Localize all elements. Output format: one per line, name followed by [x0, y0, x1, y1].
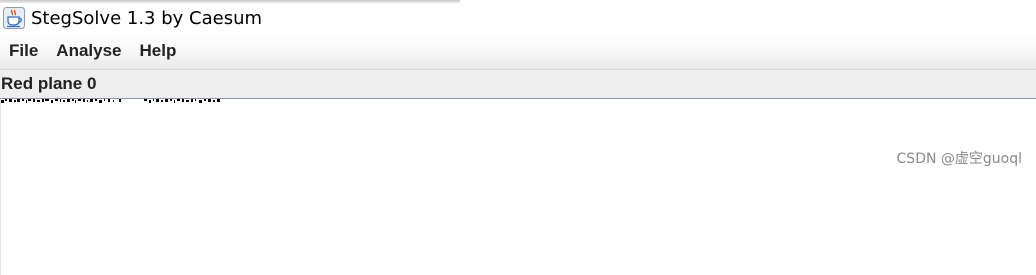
pixel-segment — [149, 100, 151, 103]
plane-title: Red plane 0 — [1, 74, 97, 93]
pixel-segment — [95, 99, 97, 101]
csdn-watermark: CSDN @虚空guoql — [896, 151, 1022, 167]
pixel-segment — [113, 100, 114, 102]
pixel-segment — [191, 99, 193, 102]
pixel-segment — [213, 100, 215, 102]
pixel-segment — [199, 100, 202, 103]
pixel-segment — [60, 99, 61, 102]
panel-header: Red plane 0 — [0, 70, 1036, 99]
menu-analyse[interactable]: Analyse — [47, 41, 130, 61]
pixel-segment — [182, 99, 184, 102]
pixel-segment — [17, 99, 20, 102]
pixel-segment — [156, 99, 159, 102]
menu-file[interactable]: File — [0, 41, 47, 61]
pixel-segment — [72, 99, 74, 101]
pixel-segment — [153, 99, 154, 101]
pixel-segment — [63, 100, 65, 102]
pixel-segment — [28, 99, 31, 101]
pixel-segment — [108, 99, 110, 102]
pixel-segment — [104, 99, 105, 101]
title-bar[interactable]: StegSolve 1.3 by Caesum — [0, 3, 1036, 33]
pixel-segment — [75, 100, 76, 103]
pixel-segment — [165, 99, 168, 102]
pixel-segment — [51, 100, 53, 103]
pixel-segment — [9, 99, 12, 102]
pixel-segment — [119, 99, 121, 102]
pixel-segment — [195, 99, 196, 101]
pixel-segment — [37, 100, 40, 102]
pixel-segment — [45, 99, 49, 101]
pixel-segment — [33, 99, 35, 102]
pixel-segment — [186, 100, 189, 102]
pixel-segment — [90, 99, 93, 102]
pixel-segment — [174, 100, 175, 103]
bit-plane-pixel-strip — [1, 99, 220, 103]
pixel-segment — [5, 99, 7, 101]
pixel-segment — [170, 99, 172, 101]
menu-help[interactable]: Help — [131, 41, 186, 61]
pixel-segment — [42, 99, 44, 102]
pixel-segment — [87, 100, 88, 102]
pixel-segment — [55, 99, 58, 101]
pixel-segment — [67, 99, 70, 102]
pixel-segment — [177, 99, 180, 101]
java-coffee-cup-icon — [3, 7, 25, 29]
pixel-segment — [1, 100, 4, 103]
pixel-segment — [161, 100, 163, 102]
menu-bar: File Analyse Help — [0, 33, 1036, 70]
pixel-segment — [22, 99, 24, 101]
pixel-segment — [83, 99, 85, 102]
pixel-segment — [99, 100, 102, 103]
pixel-segment — [204, 99, 206, 101]
pixel-segment — [78, 99, 81, 101]
stegsolve-window: StegSolve 1.3 by Caesum File Analyse Hel… — [0, 0, 1036, 275]
pixel-segment — [26, 100, 27, 103]
pixel-segment — [144, 99, 147, 101]
pixel-segment — [217, 99, 220, 102]
pixel-segment — [14, 100, 16, 102]
image-view[interactable] — [0, 99, 1036, 275]
pixel-segment — [208, 99, 211, 102]
window-title: StegSolve 1.3 by Caesum — [31, 7, 263, 29]
